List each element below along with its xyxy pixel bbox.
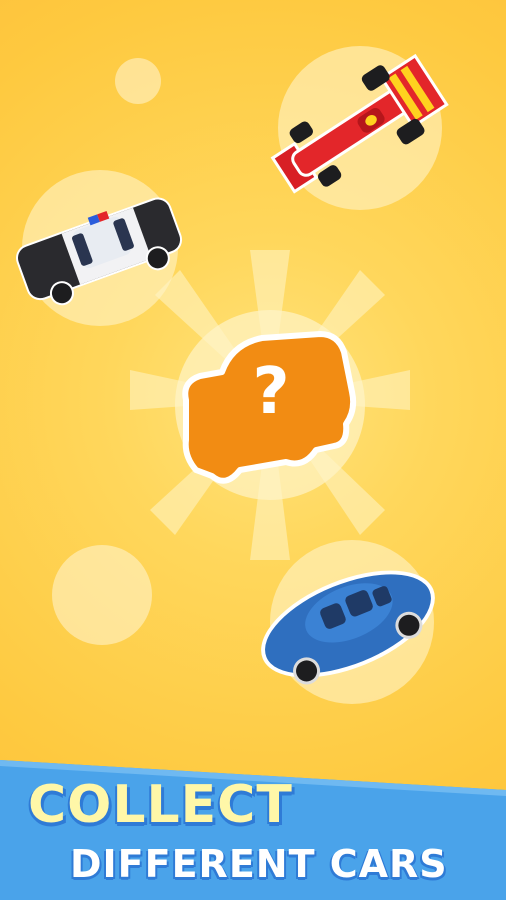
title-line-1: COLLECT [28, 775, 293, 835]
title-line-2: DIFFERENT CARS [70, 842, 448, 886]
title-banner [0, 760, 506, 900]
